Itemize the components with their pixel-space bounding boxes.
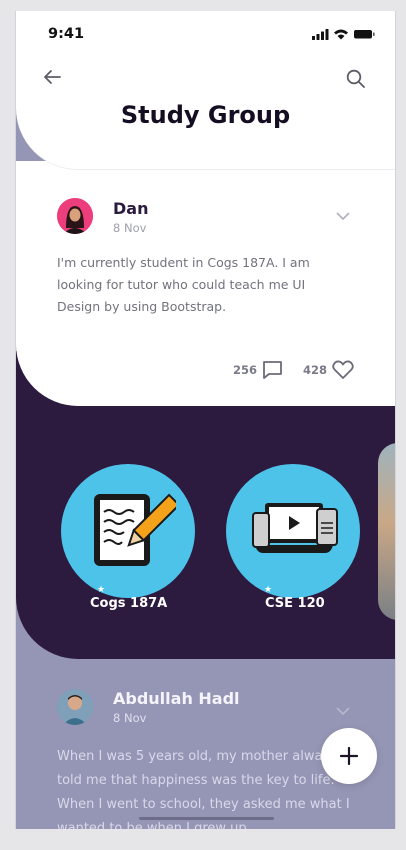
- course-circle-cse120[interactable]: [226, 464, 360, 598]
- chevron-down-icon[interactable]: [336, 701, 350, 720]
- comments-button[interactable]: 256: [233, 360, 283, 380]
- course-circle-cogs187a[interactable]: [61, 464, 195, 598]
- like-button[interactable]: 428: [303, 360, 354, 380]
- heart-icon: [332, 360, 354, 379]
- comment-count: 256: [233, 363, 258, 377]
- star-icon: ★: [264, 585, 273, 595]
- search-button[interactable]: [346, 69, 366, 93]
- post-body-line: Design by using Bootstrap.: [57, 299, 227, 314]
- post-card-dan[interactable]: Dan 8 Nov I'm currently student in Cogs …: [16, 161, 395, 406]
- post-body-line: When I went to school, they asked me wha…: [57, 797, 350, 812]
- star-icon: ★: [97, 585, 106, 595]
- search-icon: [346, 69, 365, 88]
- plus-icon: [340, 747, 358, 765]
- post-author: Dan: [113, 199, 149, 218]
- course-label: Cogs 187A: [90, 596, 168, 611]
- laptop-devices-icon: [252, 503, 338, 553]
- post-body-line: looking for tutor who could teach me UI: [57, 277, 306, 292]
- status-time: 9:41: [48, 26, 85, 42]
- post-date: 8 Nov: [113, 221, 147, 235]
- home-indicator[interactable]: [139, 817, 274, 820]
- back-button[interactable]: [42, 69, 62, 89]
- avatar[interactable]: [57, 689, 93, 725]
- course-label: CSE 120: [265, 596, 325, 611]
- arrow-left-icon: [44, 70, 61, 84]
- course-circle-next[interactable]: [378, 443, 395, 620]
- phone-screen: Abdullah Hadley 8 Nov When I was 5 years…: [15, 11, 396, 829]
- notes-pencil-icon: [94, 493, 176, 566]
- header: 9:41 Study Group: [16, 11, 395, 170]
- like-count: 428: [303, 363, 328, 377]
- status-icons: [312, 29, 375, 40]
- post-body-line: told me that happiness was the key to li…: [57, 773, 335, 788]
- post-body-line: I'm currently student in Cogs 187A. I am: [57, 255, 310, 270]
- post-body: I'm currently student in Cogs 187A. I am…: [57, 252, 357, 318]
- avatar[interactable]: [57, 198, 93, 234]
- add-post-button[interactable]: [321, 728, 377, 784]
- page-title: Study Group: [120, 101, 291, 129]
- comment-icon: [263, 361, 282, 379]
- post-author: Abdullah Hadley: [113, 689, 239, 708]
- post-date: 8 Nov: [113, 711, 147, 725]
- chevron-down-icon[interactable]: [336, 206, 350, 225]
- post-body-line: When I was 5 years old, my mother always: [57, 749, 337, 764]
